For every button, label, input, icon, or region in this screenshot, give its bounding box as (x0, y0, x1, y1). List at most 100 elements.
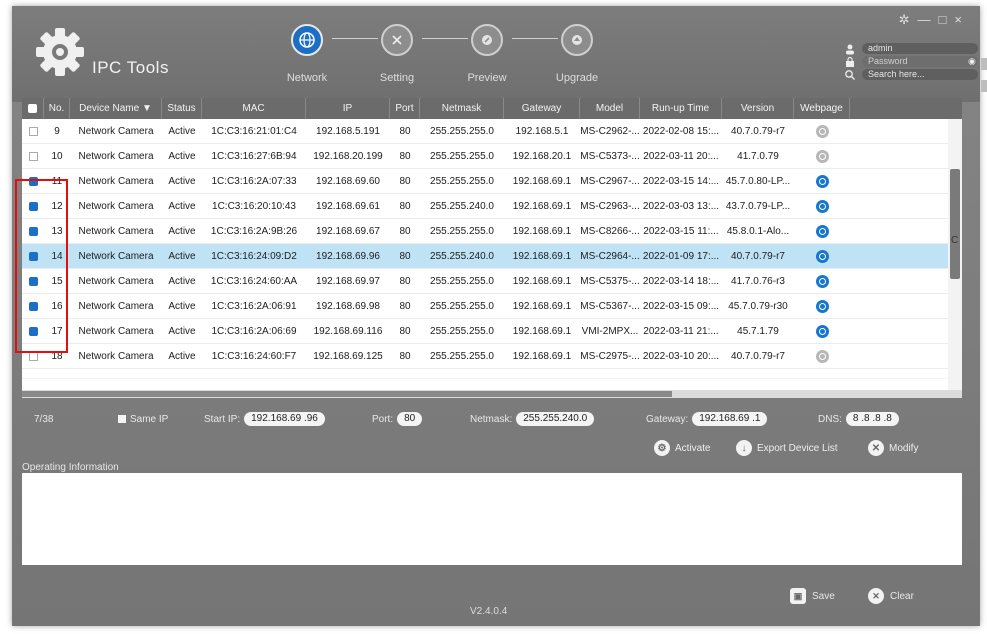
settings-icon[interactable]: ✲ (899, 12, 918, 27)
webpage-link-icon[interactable] (815, 224, 829, 238)
cell-port: 80 (399, 325, 411, 337)
scrollbar-thumb[interactable] (22, 391, 672, 397)
column-header[interactable]: No. (44, 98, 70, 119)
operating-info-log[interactable] (22, 473, 962, 565)
cell-model: MS-C5373-... (580, 150, 640, 162)
dns-input[interactable]: 8 .8 .8 .8 (845, 412, 899, 426)
column-header[interactable]: Run-up Time (640, 98, 722, 119)
cell-ip: 192.168.69.67 (316, 225, 380, 237)
step-setting[interactable]: Setting (357, 24, 437, 84)
port-group: Port: 80 (372, 412, 423, 426)
column-header[interactable]: Port (390, 98, 420, 119)
webpage-link-icon[interactable] (815, 149, 829, 163)
netmask-input[interactable]: 255.255.240.0 (516, 412, 595, 426)
password-field[interactable]: Password (862, 55, 978, 67)
step-network[interactable]: Network (267, 24, 347, 84)
webpage-link-icon[interactable] (815, 124, 829, 138)
version-label: V2.4.0.4 (470, 606, 508, 617)
column-header[interactable]: Device Name ▼ (70, 98, 162, 119)
column-header-filler (850, 98, 962, 119)
step-preview[interactable]: Preview (447, 24, 527, 84)
cell-version: 40.7.0.79-r7 (731, 250, 785, 262)
webpage-link-icon[interactable] (815, 274, 829, 288)
column-header[interactable]: Status (162, 98, 202, 119)
cell-status: Active (168, 275, 196, 287)
eye-icon[interactable]: ◉ (968, 56, 976, 67)
column-header[interactable]: Version (722, 98, 794, 119)
column-header[interactable]: Gateway (504, 98, 580, 119)
cell-version: 40.7.0.79-r7 (731, 350, 785, 362)
row-select-cell[interactable] (22, 144, 44, 168)
table-row[interactable]: 15 Network Camera Active 1C:C3:16:24:60:AA 1… (22, 269, 962, 294)
row-checkbox[interactable] (28, 151, 38, 161)
maximize-button[interactable]: □ (939, 12, 955, 27)
horizontal-scrollbar[interactable] (22, 390, 962, 398)
scrollbar-thumb[interactable] (950, 169, 960, 279)
cell-runup: 2022-02-08 15:... (642, 125, 720, 137)
cell-name: Network Camera (78, 150, 154, 162)
table-row[interactable]: 16 Network Camera Active 1C:C3:16:2A:06:91 1… (22, 294, 962, 319)
table-row[interactable]: 17 Network Camera Active 1C:C3:16:2A:06:69 1… (22, 319, 962, 344)
gateway-input[interactable]: 192.168.69 .1 (692, 412, 768, 426)
row-select-cell[interactable] (22, 119, 44, 143)
same-ip-checkbox[interactable] (118, 415, 126, 423)
cell-ip: 192.168.5.191 (316, 125, 380, 137)
table-row[interactable]: 12 Network Camera Active 1C:C3:16:20:10:43 1… (22, 194, 962, 219)
table-row[interactable]: 10 Network Camera Active 1C:C3:16:27:6B:94 1… (22, 144, 962, 169)
table-row[interactable]: 11 Network Camera Active 1C:C3:16:2A:07:33 1… (22, 169, 962, 194)
column-header[interactable]: Webpage (794, 98, 850, 119)
select-all-checkbox[interactable] (28, 104, 37, 113)
lock-icon (844, 55, 856, 67)
minimize-button[interactable]: — (918, 12, 939, 27)
vertical-scrollbar[interactable] (948, 119, 962, 390)
cell-mac: 1C:C3:16:20:10:43 (212, 200, 296, 212)
column-header[interactable]: Netmask (420, 98, 504, 119)
cell-mac: 1C:C3:16:2A:06:91 (211, 300, 297, 312)
row-checkbox[interactable] (28, 126, 38, 136)
webpage-link-icon[interactable] (815, 324, 829, 338)
table-row[interactable]: 9 Network Camera Active 1C:C3:16:21:01:C4 19… (22, 119, 962, 144)
modify-label: Modify (889, 442, 919, 454)
column-header[interactable]: MAC (202, 98, 306, 119)
table-row[interactable]: 14 Network Camera Active 1C:C3:16:24:09:D2 1… (22, 244, 962, 269)
cell-model: MS-C5367-... (580, 300, 640, 312)
start-ip-input[interactable]: 192.168.69 .96 (244, 412, 325, 426)
webpage-link-icon[interactable] (815, 199, 829, 213)
table-row[interactable]: 18 Network Camera Active 1C:C3:16:24:60:F7 1… (22, 344, 962, 369)
cell-netmask: 255.255.255.0 (430, 325, 494, 337)
column-header[interactable]: Model (580, 98, 640, 119)
cell-gateway: 192.168.20.1 (512, 150, 572, 162)
activate-icon: ⚙ (654, 440, 670, 456)
clear-button[interactable]: ✕ Clear (868, 588, 914, 604)
cell-status: Active (168, 175, 196, 187)
gateway-group: Gateway: 192.168.69 .1 (646, 412, 768, 426)
same-ip-option[interactable]: Same IP (118, 412, 168, 426)
webpage-link-icon[interactable] (815, 249, 829, 263)
column-header[interactable]: IP (306, 98, 390, 119)
cell-port: 80 (399, 250, 411, 262)
webpage-link-icon[interactable] (815, 349, 829, 363)
search-input[interactable]: Search here... (862, 68, 978, 80)
table-row[interactable]: 13 Network Camera Active 1C:C3:16:2A:9B:26 1… (22, 219, 962, 244)
save-button[interactable]: ▣ Save (790, 588, 835, 604)
webpage-link-icon[interactable] (815, 174, 829, 188)
cell-runup: 2022-03-15 11:... (643, 225, 719, 237)
close-button[interactable]: × (954, 12, 970, 27)
cell-status: Active (168, 325, 196, 337)
start-ip-group: Start IP: 192.168.69 .96 (204, 412, 325, 426)
cell-gateway: 192.168.69.1 (512, 325, 572, 337)
cell-model: MS-C2963-... (580, 200, 640, 212)
port-input[interactable]: 80 (397, 412, 423, 426)
activate-label: Activate (675, 442, 711, 454)
export-device-list-button[interactable]: ↓ Export Device List (736, 440, 838, 456)
webpage-cell (794, 244, 850, 268)
header-select-all[interactable] (22, 98, 44, 119)
step-upgrade[interactable]: Upgrade (537, 24, 617, 84)
step-label: Upgrade (555, 72, 599, 84)
username-field[interactable]: admin (862, 42, 978, 54)
cell-name: Network Camera (78, 275, 154, 287)
webpage-link-icon[interactable] (815, 299, 829, 313)
activate-button[interactable]: ⚙ Activate (654, 440, 711, 456)
cell-netmask: 255.255.255.0 (430, 125, 494, 137)
modify-button[interactable]: ✕ Modify (868, 440, 918, 456)
